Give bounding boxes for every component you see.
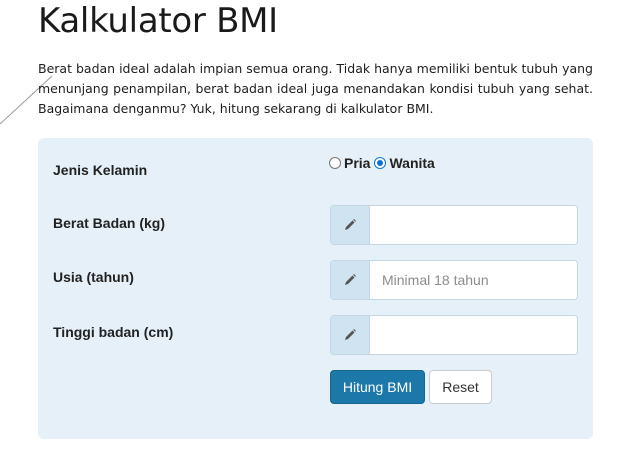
bmi-form: Jenis Kelamin Pria Wanita Berat Badan (k… bbox=[38, 138, 593, 439]
weight-label: Berat Badan (kg) bbox=[53, 215, 166, 231]
height-label: Tinggi badan (cm) bbox=[53, 324, 174, 340]
gender-radio-wanita[interactable] bbox=[374, 157, 387, 169]
gender-radio-pria[interactable] bbox=[329, 157, 341, 169]
weight-input[interactable] bbox=[370, 206, 577, 244]
age-input[interactable] bbox=[370, 261, 577, 299]
gender-option-wanita-label[interactable]: Wanita bbox=[389, 155, 434, 171]
reset-button[interactable]: Reset bbox=[429, 370, 492, 404]
gender-label: Jenis Kelamin bbox=[53, 162, 148, 178]
gender-option-pria-label[interactable]: Pria bbox=[344, 155, 370, 171]
height-input[interactable] bbox=[370, 316, 577, 354]
age-label: Usia (tahun) bbox=[53, 269, 134, 285]
weight-input-group bbox=[330, 205, 578, 245]
pencil-icon bbox=[331, 316, 370, 354]
pencil-icon bbox=[331, 261, 370, 299]
gender-radio-group: Pria Wanita bbox=[329, 155, 439, 171]
age-input-group bbox=[330, 260, 578, 300]
calculate-bmi-button[interactable]: Hitung BMI bbox=[330, 370, 425, 404]
page-title: Kalkulator BMI bbox=[38, 1, 278, 41]
height-input-group bbox=[330, 315, 578, 355]
pencil-icon bbox=[331, 206, 370, 244]
intro-paragraph: Berat badan ideal adalah impian semua or… bbox=[38, 61, 593, 116]
